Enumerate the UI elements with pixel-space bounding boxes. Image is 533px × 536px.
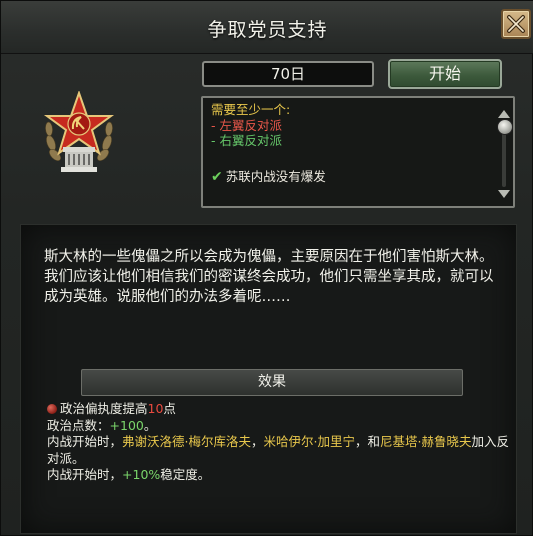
effect-stability-end: 稳定度。 bbox=[160, 467, 211, 482]
effects-header: 效果 bbox=[81, 369, 463, 396]
effect-pp-label: 政治点数： bbox=[47, 417, 110, 433]
window-title: 争取党员支持 bbox=[207, 19, 328, 41]
effect-stability: 内战开始时，+10%稳定度。 bbox=[47, 467, 517, 484]
effect-pp-end: 。 bbox=[143, 417, 157, 433]
requirement-left-opposition: - 左翼反对派 bbox=[211, 117, 282, 133]
character-name-kalinin[interactable]: 米哈伊尔·加里宁 bbox=[264, 434, 355, 449]
effects-list: 政治偏执度提高10点 政治点数：+100。 内战开始时，弗谢沃洛德·梅尔库洛夫，… bbox=[47, 401, 517, 484]
effect-stability-value: +10% bbox=[122, 467, 161, 482]
effect-paranoia-label: 政治偏执度提高 bbox=[60, 401, 148, 416]
effect-paranoia: 政治偏执度提高10点 bbox=[47, 401, 517, 418]
effect-paranoia-unit: 点 bbox=[163, 401, 176, 416]
requirement-right-opposition: - 右翼反对派 bbox=[211, 133, 282, 148]
separator: ，和 bbox=[355, 434, 381, 449]
requirements-scrollbar[interactable] bbox=[497, 109, 513, 201]
description-text: 斯大林的一些傀儡之所以会成为傀儡，主要原因在于他们害怕斯大林。我们应该让他们相信… bbox=[44, 249, 494, 305]
scroll-up-icon[interactable] bbox=[497, 109, 511, 119]
requirements-header: 需要至少一个: bbox=[211, 102, 291, 117]
effect-defectors-label: 内战开始时， bbox=[47, 434, 123, 449]
effect-political-power: 政治点数：+100。 bbox=[47, 418, 517, 435]
character-name-merkulov[interactable]: 弗谢沃洛德·梅尔库洛夫 bbox=[122, 434, 251, 449]
requirement-condition: ✔ 苏联内战没有爆发 bbox=[211, 166, 326, 185]
close-x-icon bbox=[507, 15, 525, 33]
title-bar: 争取党员支持 bbox=[1, 1, 533, 54]
effect-pp-value: +100 bbox=[109, 417, 144, 433]
communist-star-emblem-icon bbox=[43, 91, 115, 172]
requirements-panel: 需要至少一个: - 左翼反对派 - 右翼反对派 ✔ 苏联内战没有爆发 bbox=[201, 96, 515, 208]
duration-display: 70日 bbox=[202, 61, 374, 87]
requirements-list: 需要至少一个: - 左翼反对派 - 右翼反对派 bbox=[211, 102, 290, 149]
scroll-thumb[interactable] bbox=[497, 119, 513, 135]
close-button[interactable] bbox=[501, 9, 531, 39]
effect-civil-war-defectors: 内战开始时，弗谢沃洛德·梅尔库洛夫，米哈伊尔·加里宁，和尼基塔·赫鲁晓夫加入反对… bbox=[47, 434, 517, 467]
character-name-khrushchev[interactable]: 尼基塔·赫鲁晓夫 bbox=[380, 434, 471, 449]
condition-text: 苏联内战没有爆发 bbox=[225, 169, 326, 184]
start-button[interactable]: 开始 bbox=[388, 59, 502, 89]
separator: ， bbox=[251, 434, 264, 449]
effect-stability-label: 内战开始时， bbox=[47, 467, 123, 482]
paranoia-bomb-icon bbox=[47, 404, 57, 414]
scroll-down-icon[interactable] bbox=[497, 189, 511, 199]
checkmark-icon: ✔ bbox=[211, 169, 223, 185]
decision-window: 争取党员支持 70日 开始 需要至少一个: - 左翼反对派 - 右翼反对派 ✔ … bbox=[0, 0, 533, 536]
effect-paranoia-value: 10 bbox=[147, 401, 164, 416]
